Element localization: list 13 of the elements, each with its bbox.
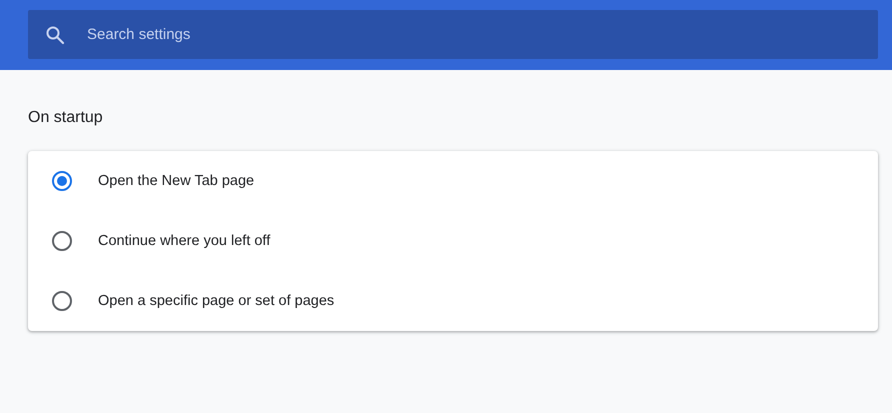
radio-button[interactable]: [52, 291, 72, 311]
radio-option[interactable]: Open the New Tab page: [28, 151, 878, 211]
radio-button[interactable]: [52, 171, 72, 191]
radio-option[interactable]: Open a specific page or set of pages: [28, 271, 878, 331]
option-label: Open a specific page or set of pages: [98, 293, 334, 309]
radio-button[interactable]: [52, 231, 72, 251]
radio-option[interactable]: Continue where you left off: [28, 211, 878, 271]
option-label: Open the New Tab page: [98, 173, 254, 189]
section-title: On startup: [28, 109, 104, 128]
search-input[interactable]: Search settings: [85, 25, 878, 44]
search-field[interactable]: Search settings: [28, 10, 878, 59]
search-icon: [45, 24, 65, 44]
option-label: Continue where you left off: [98, 233, 270, 249]
